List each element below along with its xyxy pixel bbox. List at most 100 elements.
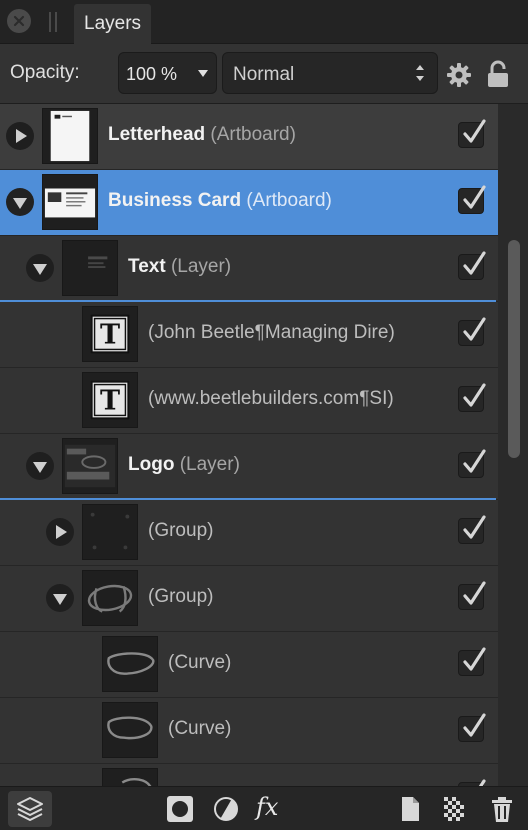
blend-mode-select[interactable]: Normal	[222, 52, 438, 94]
curve-thumbnail	[102, 636, 158, 692]
layer-row-letterhead[interactable]: Letterhead (Artboard)	[0, 104, 498, 170]
fx-icon[interactable]: fx	[256, 793, 278, 821]
opacity-label: Opacity:	[10, 62, 80, 83]
panel-titlebar: Layers	[0, 0, 528, 44]
layer-row-text-object[interactable]: T (www.beetlebuilders.com¶SI)	[0, 368, 498, 434]
layer-name: (Group)	[148, 586, 214, 607]
checkmark-icon	[463, 449, 486, 473]
checkmark-icon	[463, 119, 486, 143]
new-layer-icon[interactable]	[440, 795, 468, 823]
mask-layer-icon[interactable]	[166, 795, 194, 823]
layer-name: Text	[128, 256, 166, 277]
triangle-down-icon	[33, 462, 47, 473]
lock-icon[interactable]	[486, 60, 510, 88]
text-layer-thumbnail	[62, 240, 118, 296]
layers-toolbar: Opacity: 100 % Normal	[0, 44, 528, 104]
triangle-down-icon	[13, 198, 27, 209]
visibility-checkbox[interactable]	[458, 713, 486, 742]
expand-toggle[interactable]	[46, 518, 74, 546]
collapse-toggle[interactable]	[26, 254, 54, 282]
layer-row-group[interactable]: (Group)	[0, 500, 498, 566]
opacity-value: 100 %	[126, 64, 178, 84]
checkmark-icon	[463, 317, 486, 341]
letterhead-thumbnail	[42, 108, 98, 164]
layer-row-partial[interactable]	[0, 764, 498, 786]
layer-row-text[interactable]: Text (Layer)	[0, 236, 498, 302]
tab-layers-label: Layers	[84, 13, 142, 34]
layer-type: (Artboard)	[246, 190, 332, 211]
svg-text:T: T	[100, 320, 120, 351]
checkmark-icon	[463, 647, 486, 671]
business-card-thumbnail	[42, 174, 98, 230]
visibility-checkbox[interactable]	[458, 647, 486, 676]
collapse-toggle[interactable]	[6, 188, 34, 216]
svg-text:T: T	[100, 386, 120, 417]
opacity-dropdown[interactable]: 100 %	[118, 52, 217, 94]
group-thumbnail	[82, 570, 138, 626]
visibility-checkbox[interactable]	[458, 383, 486, 412]
checkmark-icon	[463, 581, 486, 605]
triangle-down-icon	[33, 264, 47, 275]
layer-row-logo[interactable]: Logo (Layer)	[0, 434, 498, 500]
layers-stack-icon	[17, 797, 43, 821]
visibility-checkbox[interactable]	[458, 119, 486, 148]
checkmark-icon	[463, 185, 486, 209]
updown-arrows-icon	[416, 65, 424, 81]
triangle-down-icon	[53, 594, 67, 605]
layer-name: (www.beetlebuilders.com¶SI)	[148, 388, 394, 409]
layer-name: Logo	[128, 454, 175, 475]
triangle-right-icon	[56, 525, 67, 539]
visibility-checkbox[interactable]	[458, 581, 486, 610]
collapse-toggle[interactable]	[46, 584, 74, 612]
tab-layers[interactable]: Layers	[74, 4, 152, 44]
close-icon	[13, 15, 25, 27]
collapse-toggle[interactable]	[26, 452, 54, 480]
checkmark-icon	[463, 713, 486, 737]
text-tool-icon: T	[90, 380, 130, 420]
expand-toggle[interactable]	[6, 122, 34, 150]
triangle-right-icon	[16, 129, 27, 143]
drag-grip-icon[interactable]	[48, 12, 58, 32]
layer-name: Letterhead	[108, 124, 206, 145]
visibility-checkbox[interactable]	[458, 317, 486, 346]
text-object-thumbnail: T	[82, 306, 138, 362]
layer-row-curve[interactable]: (Curve)	[0, 632, 498, 698]
layer-row-text-object[interactable]: T (John Beetle¶Managing Dire)	[0, 302, 498, 368]
trash-icon[interactable]	[488, 795, 516, 823]
adjustment-icon[interactable]	[212, 795, 240, 823]
chevron-down-icon	[198, 70, 208, 77]
curve-thumbnail	[102, 768, 158, 786]
layer-type: (Layer)	[170, 256, 232, 277]
new-pixel-layer-icon[interactable]	[396, 795, 424, 823]
checkmark-icon	[463, 251, 486, 275]
layer-type: (Artboard)	[210, 124, 296, 145]
layer-name: (Curve)	[168, 652, 232, 673]
layer-row-business-card[interactable]: Business Card (Artboard)	[0, 170, 498, 236]
checkmark-icon	[463, 515, 486, 539]
visibility-checkbox[interactable]	[458, 251, 486, 280]
visibility-checkbox[interactable]	[458, 449, 486, 478]
checkmark-icon	[463, 383, 486, 407]
checkmark-icon	[478, 779, 486, 786]
layer-name: (Group)	[148, 520, 214, 541]
layers-bottom-toolbar: fx	[0, 786, 528, 830]
close-panel-button[interactable]	[7, 9, 31, 33]
layer-type: (Layer)	[179, 454, 240, 475]
scrollbar-thumb[interactable]	[508, 240, 520, 458]
group-thumbnail	[82, 504, 138, 560]
curve-thumbnail	[102, 702, 158, 758]
blend-mode-value: Normal	[233, 64, 295, 85]
layers-list: Letterhead (Artboard) Business Card (Art…	[0, 104, 498, 786]
text-object-thumbnail: T	[82, 372, 138, 428]
layer-row-group[interactable]: (Group)	[0, 566, 498, 632]
layer-name: (Curve)	[168, 718, 232, 739]
text-tool-icon: T	[90, 314, 130, 354]
layer-name: (John Beetle¶Managing Dire)	[148, 322, 395, 343]
gear-icon[interactable]	[446, 62, 472, 88]
layer-row-curve[interactable]: (Curve)	[0, 698, 498, 764]
layers-view-button[interactable]	[8, 791, 52, 827]
visibility-checkbox[interactable]	[458, 515, 486, 544]
layer-name: Business Card	[108, 190, 242, 211]
logo-layer-thumbnail	[62, 438, 118, 494]
visibility-checkbox[interactable]	[458, 185, 486, 214]
